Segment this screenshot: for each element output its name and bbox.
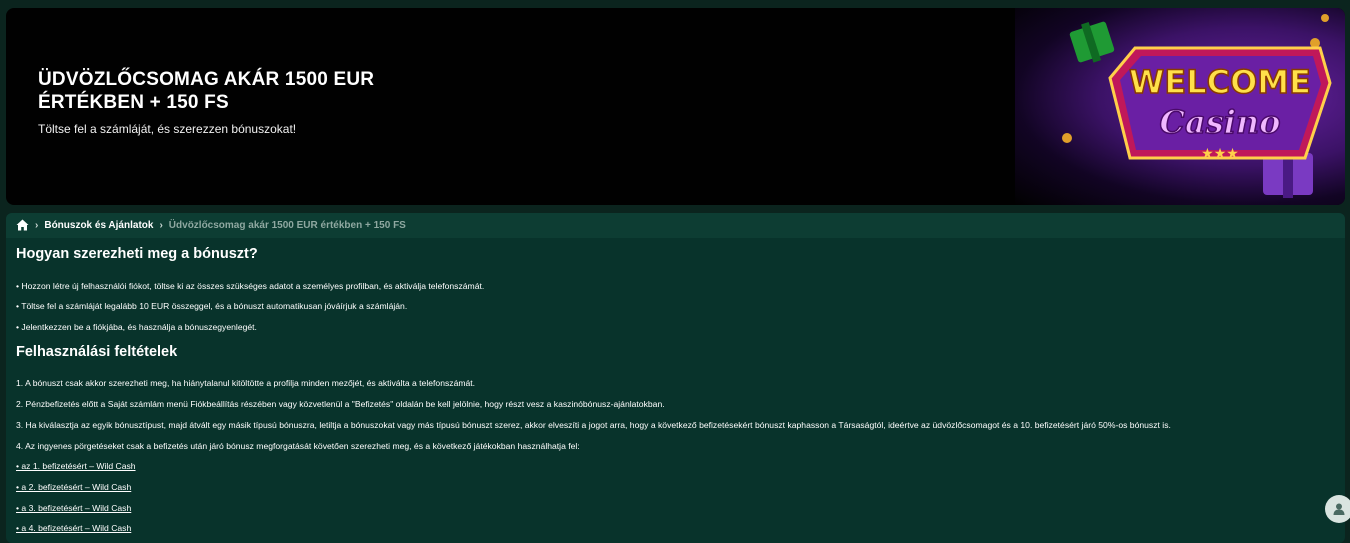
breadcrumb: › Bónuszok és Ajánlatok › Üdvözlőcsomag …: [6, 213, 1345, 238]
game-link[interactable]: • az 1. befizetésért – Wild Cash: [16, 461, 136, 471]
chat-icon: [1333, 503, 1345, 515]
chat-button[interactable]: [1325, 495, 1350, 523]
home-icon[interactable]: [16, 219, 29, 232]
list-item: 3. Ha kiválasztja az egyik bónusztípust,…: [16, 420, 1171, 430]
game-link[interactable]: • a 3. befizetésért – Wild Cash: [16, 503, 131, 513]
list-item: • Hozzon létre új felhasználói fiókot, t…: [16, 281, 485, 291]
list-item: 4. Az ingyenes pörgetéseket csak a befiz…: [16, 441, 580, 451]
list-item: • Jelentkezzen be a fiókjába, és használ…: [16, 322, 257, 332]
chevron-right-icon: ›: [35, 220, 39, 231]
green-gift-icon: [1069, 21, 1115, 63]
list-item: 1. A bónuszt csak akkor szerezheti meg, …: [16, 378, 476, 388]
art-text-welcome: WELCOME: [1129, 63, 1311, 101]
art-text-casino: Casino: [1160, 103, 1281, 141]
svg-text:★★★: ★★★: [1201, 145, 1239, 161]
banner-subtitle: Töltse fel a számláját, és szerezzen bón…: [38, 122, 297, 136]
list-item: • Töltse fel a számláját legalább 10 EUR…: [16, 301, 408, 311]
breadcrumb-item-bonuses[interactable]: Bónuszok és Ajánlatok: [44, 220, 153, 231]
welcome-casino-artwork: WELCOME Casino ★★★: [1015, 8, 1345, 205]
how-heading: Hogyan szerezheti meg a bónuszt?: [16, 246, 258, 262]
breadcrumb-item-current: Üdvözlőcsomag akár 1500 EUR értékben + 1…: [168, 220, 406, 231]
game-link[interactable]: • a 2. befizetésért – Wild Cash: [16, 482, 131, 492]
promo-banner: ÜDVÖZLŐCSOMAG AKÁR 1500 EUR ÉRTÉKBEN + 1…: [6, 8, 1345, 205]
content-panel: › Bónuszok és Ajánlatok › Üdvözlőcsomag …: [6, 213, 1345, 543]
terms-heading: Felhasználási feltételek: [16, 344, 178, 360]
chevron-right-icon: ›: [159, 220, 163, 231]
game-link[interactable]: • a 4. befizetésért – Wild Cash: [16, 523, 131, 533]
banner-title: ÜDVÖZLŐCSOMAG AKÁR 1500 EUR ÉRTÉKBEN + 1…: [38, 69, 375, 113]
list-item: 2. Pénzbefizetés előtt a Saját számlám m…: [16, 399, 665, 409]
